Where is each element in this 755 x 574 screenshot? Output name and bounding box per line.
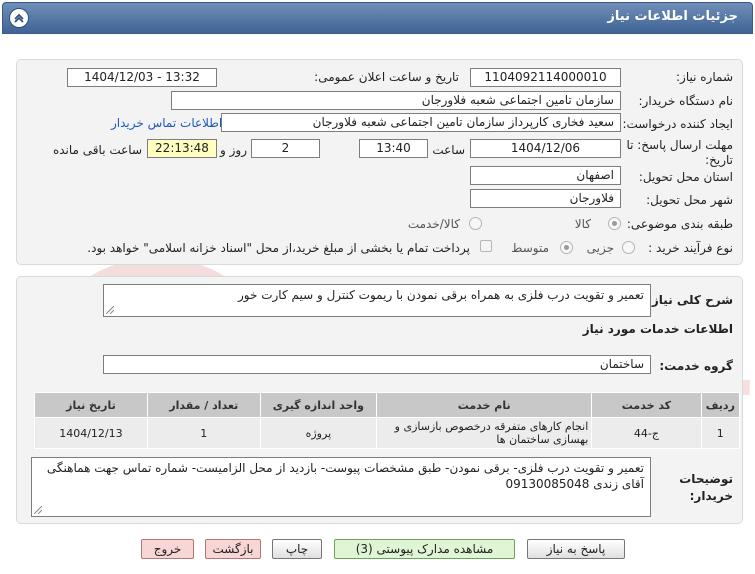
category-option-goods-service: کالا/خدمت — [407, 217, 460, 231]
announce-datetime-field[interactable]: 1404/12/03 - 13:32 — [67, 68, 217, 87]
contact-buyer-link[interactable]: اطلاعات تماس خریدار — [111, 116, 222, 130]
reply-button[interactable]: پاسخ به نیاز — [527, 539, 625, 559]
buyer-notes-label: توضیحات — [679, 472, 733, 486]
city-field[interactable]: فلاورجان — [470, 189, 621, 208]
col-header-need-date: تاریخ نیاز — [34, 392, 148, 418]
process-label: نوع فرآیند خرید : — [648, 241, 733, 255]
cell-row-number: 1 — [700, 417, 741, 449]
cell-quantity: 1 — [146, 417, 261, 449]
province-label: استان محل تحویل: — [638, 170, 733, 184]
need-number-field[interactable]: 1104092114000010 — [470, 68, 621, 87]
category-option-goods: کالا — [574, 217, 591, 231]
summary-text: تعمیر و تقویت درب فلزی به همراه برقی نمو… — [237, 288, 644, 302]
buyer-notes-text: تعمیر و تقویت درب فلزی- برقی نمودن- طبق … — [46, 461, 644, 491]
services-table: ردیف کد خدمت نام خدمت واحد اندازه گیری ت… — [34, 392, 741, 449]
col-header-row-number: ردیف — [700, 392, 741, 418]
payment-note: پرداخت تمام یا بخشی از مبلغ خرید،از محل … — [87, 241, 470, 255]
deadline-date-field[interactable]: 1404/12/06 — [470, 139, 621, 158]
creator-label: ایجاد کننده درخواست: — [622, 117, 733, 131]
cell-need-date: 1404/12/13 — [34, 417, 148, 449]
process-option-medium: متوسط — [511, 241, 549, 255]
need-details-panel — [16, 59, 743, 265]
time-remaining-field[interactable]: 22:13:48 — [147, 139, 217, 158]
col-header-service-name: نام خدمت — [376, 392, 593, 418]
collapse-button[interactable] — [9, 8, 29, 28]
category-radio-goods-service[interactable] — [469, 217, 482, 230]
announce-label: تاریخ و ساعت اعلان عمومی: — [314, 70, 459, 84]
days-remaining-field[interactable]: 2 — [251, 139, 320, 158]
treasury-checkbox[interactable] — [480, 240, 492, 252]
service-group-field[interactable]: ساختمان — [103, 355, 651, 374]
deadline-time-label: ساعت — [432, 143, 465, 157]
col-header-quantity: تعداد / مقدار — [146, 392, 261, 418]
deadline-time-field[interactable]: 13:40 — [359, 139, 428, 158]
creator-field[interactable]: سعید فخاری کارپرداز سازمان تامین اجتماعی… — [221, 113, 621, 132]
deadline-label-date: تاریخ: — [705, 153, 733, 167]
services-section-title: اطلاعات خدمات مورد نیاز — [582, 322, 733, 336]
cell-unit: پروژه — [259, 417, 378, 449]
province-field[interactable]: اصفهان — [470, 166, 621, 185]
col-header-service-code: کد خدمت — [591, 392, 702, 418]
chevron-up-icon — [14, 13, 24, 23]
cell-service-name: انجام کارهای متفرقه درخصوص بازسازی و بهس… — [376, 417, 593, 449]
buyer-notes-label-2: خریدار: — [689, 489, 733, 503]
process-option-minor: جزیی — [586, 241, 614, 255]
resize-handle-icon — [106, 306, 114, 314]
category-label: طبقه بندی موضوعی: — [626, 217, 733, 231]
days-label: روز و — [220, 143, 247, 157]
resize-handle-icon — [34, 506, 42, 514]
back-button[interactable]: بازگشت — [205, 539, 261, 559]
print-button[interactable]: چاپ — [272, 539, 322, 559]
summary-field[interactable]: تعمیر و تقویت درب فلزی به همراه برقی نمو… — [103, 284, 651, 317]
category-radio-goods[interactable] — [608, 217, 621, 230]
col-header-unit: واحد اندازه گیری — [259, 392, 378, 418]
buyer-org-label: نام دستگاه خریدار: — [638, 94, 734, 108]
need-number-label: شماره نیاز: — [676, 70, 733, 84]
process-radio-minor[interactable] — [622, 241, 635, 254]
process-radio-medium[interactable] — [560, 241, 573, 254]
table-row[interactable]: 1 ج-44 انجام کارهای متفرقه درخصوص بازساز… — [34, 417, 741, 449]
page-header: جزئیات اطلاعات نیاز — [2, 2, 753, 34]
time-remaining-label: ساعت باقی مانده — [52, 143, 142, 157]
buyer-notes-field[interactable]: تعمیر و تقویت درب فلزی- برقی نمودن- طبق … — [31, 457, 651, 517]
view-attachments-button[interactable]: مشاهده مدارک پیوستی (3) — [334, 539, 515, 559]
summary-label: شرح کلی نیاز: — [647, 293, 733, 307]
deadline-label: مهلت ارسال پاسخ: تا — [626, 138, 733, 152]
exit-button[interactable]: خروج — [141, 539, 194, 559]
table-header-row: ردیف کد خدمت نام خدمت واحد اندازه گیری ت… — [34, 392, 741, 418]
cell-service-code: ج-44 — [591, 417, 702, 449]
buyer-org-field[interactable]: سازمان تامین اجتماعی شعبه فلاورجان — [171, 91, 621, 110]
city-label: شهر محل تحویل: — [646, 193, 733, 207]
page-title: جزئیات اطلاعات نیاز — [607, 9, 738, 24]
service-group-label: گروه خدمت: — [659, 359, 733, 373]
